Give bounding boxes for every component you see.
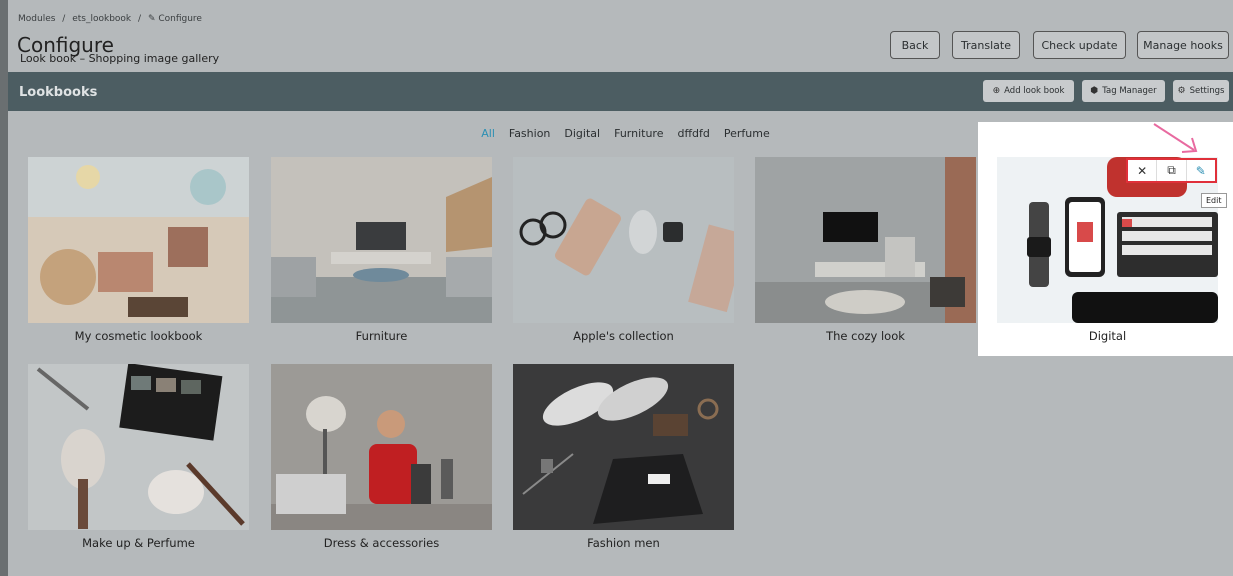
tag-manager-button[interactable]: ⬢ Tag Manager (1082, 80, 1165, 102)
settings-button[interactable]: ⚙ Settings (1173, 80, 1229, 102)
pointer-arrow-icon (1153, 123, 1198, 153)
breadcrumb: Modules / ets_lookbook / ✎ Configure (18, 14, 206, 24)
delete-icon[interactable]: ✕ (1128, 160, 1158, 181)
back-button[interactable]: Back (890, 31, 940, 59)
filter-furniture[interactable]: Furniture (614, 127, 663, 140)
tag-manager-label: Tag Manager (1102, 86, 1157, 96)
settings-label: Settings (1189, 86, 1225, 96)
lookbook-title: My cosmetic lookbook (74, 329, 203, 343)
filter-all[interactable]: All (481, 127, 495, 140)
lookbook-card[interactable]: The cozy look (755, 157, 976, 343)
filter-perfume[interactable]: Perfume (724, 127, 770, 140)
breadcrumb-current: ✎ Configure (147, 14, 202, 24)
translate-button[interactable]: Translate (952, 31, 1020, 59)
lookbook-card[interactable]: Digital (997, 157, 1218, 343)
highlighted-card-area: Digital ✕ ⧉ ✎ Edit (978, 122, 1233, 356)
panel-title: Lookbooks (19, 85, 98, 100)
lookbook-image[interactable] (271, 157, 492, 323)
edit-icon[interactable]: ✎ (1187, 160, 1215, 181)
lookbook-title: Furniture (355, 329, 408, 343)
lookbook-image[interactable] (271, 364, 492, 530)
add-lookbook-button[interactable]: ⊕ Add look book (983, 80, 1074, 102)
add-lookbook-label: Add look book (1004, 86, 1065, 96)
lookbook-image[interactable] (755, 157, 976, 323)
page: Modules / ets_lookbook / ✎ Configure Con… (8, 0, 1233, 576)
lookbook-image[interactable] (28, 364, 249, 530)
filter-dffdfd[interactable]: dffdfd (677, 127, 709, 140)
lookbook-card[interactable]: Fashion men (513, 364, 734, 550)
lookbook-image[interactable] (513, 364, 734, 530)
lookbook-title: Digital (1088, 329, 1127, 343)
breadcrumb-sep: / (138, 14, 142, 24)
gear-icon: ⚙ (1177, 86, 1186, 96)
lookbook-title: Make up & Perfume (82, 536, 195, 550)
filter-fashion[interactable]: Fashion (509, 127, 551, 140)
lookbook-card[interactable]: Apple's collection (513, 157, 734, 343)
lookbook-image[interactable] (28, 157, 249, 323)
plus-circle-icon: ⊕ (992, 86, 1001, 96)
lookbook-card[interactable]: Dress & accessories (271, 364, 492, 550)
breadcrumb-module[interactable]: ets_lookbook (72, 14, 131, 24)
breadcrumb-sep: / (62, 14, 66, 24)
filter-digital[interactable]: Digital (564, 127, 600, 140)
lookbook-image[interactable] (513, 157, 734, 323)
lookbook-title: Fashion men (587, 536, 660, 550)
manage-hooks-button[interactable]: Manage hooks (1137, 31, 1229, 59)
check-update-button[interactable]: Check update (1033, 31, 1126, 59)
edit-tooltip: Edit (1201, 193, 1227, 208)
breadcrumb-modules[interactable]: Modules (18, 14, 55, 24)
panel-header: Lookbooks ⊕ Add look book ⬢ Tag Manager … (8, 72, 1233, 111)
tag-icon: ⬢ (1090, 86, 1099, 96)
lookbook-card[interactable]: Furniture (271, 157, 492, 343)
lookbook-card[interactable]: My cosmetic lookbook (28, 157, 249, 343)
duplicate-icon[interactable]: ⧉ (1157, 160, 1187, 181)
lookbook-title: The cozy look (826, 329, 905, 343)
lookbook-title: Apple's collection (573, 329, 674, 343)
page-subtitle: Look book – Shopping image gallery (20, 52, 220, 65)
lookbook-card[interactable]: Make up & Perfume (28, 364, 249, 550)
lookbook-title: Dress & accessories (323, 536, 440, 550)
